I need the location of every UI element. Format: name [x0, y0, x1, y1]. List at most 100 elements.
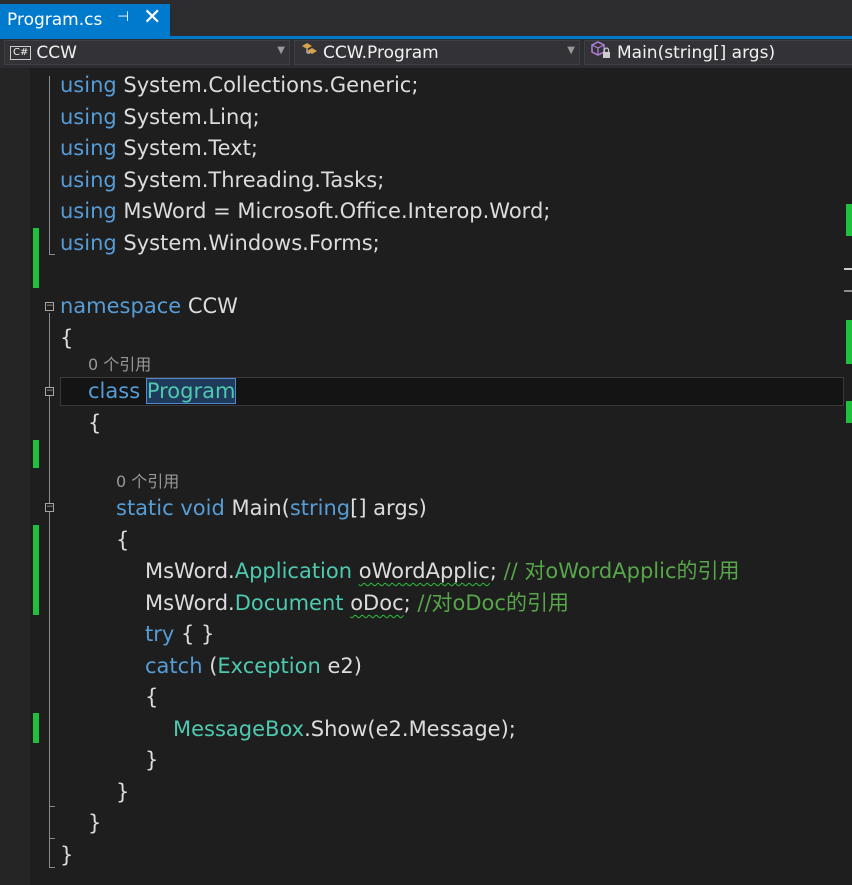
project-label: CCW — [36, 42, 77, 63]
code-text: .Show(e2.Message); — [304, 717, 516, 741]
type-name: Application — [234, 559, 353, 583]
code-text: { — [60, 326, 74, 350]
code-text: { — [88, 411, 102, 435]
code-line-6[interactable]: using System.Windows.Forms; — [60, 228, 380, 259]
code-line-brace[interactable]: } — [116, 777, 129, 808]
code-line-try[interactable]: try { } — [145, 619, 214, 650]
code-text: MsWord = Microsoft.Office.Interop.Word; — [123, 199, 551, 223]
code-line-brace[interactable]: { — [60, 323, 73, 354]
change-mark — [33, 713, 39, 743]
code-text: ; — [403, 591, 411, 615]
vertical-scrollbar[interactable] — [844, 68, 852, 885]
code-text: System.Collections.Generic; — [123, 73, 419, 97]
chevron-down-icon: ▼ — [567, 45, 575, 56]
outline-guide — [49, 806, 55, 807]
comment: // 对oWordApplic的引用 — [503, 559, 740, 583]
keyword: using — [60, 73, 117, 97]
code-line-4[interactable]: using System.Threading.Tasks; — [60, 165, 384, 196]
scrollbar-caret-marker — [844, 268, 852, 270]
codelens-references[interactable]: 0 个引用 — [88, 354, 151, 376]
tab-program-cs[interactable]: Program.cs ⊣ ✕ — [0, 4, 170, 36]
code-line-3[interactable]: using System.Text; — [60, 133, 258, 164]
codelens-references[interactable]: 0 个引用 — [116, 471, 179, 493]
collapse-namespace-toggle[interactable]: − — [45, 302, 54, 311]
method-icon — [590, 41, 612, 64]
code-text: MsWord. — [145, 591, 235, 615]
keyword: static — [116, 496, 174, 520]
csharp-project-icon: C# — [10, 45, 32, 60]
variable-warning: oWordApplic — [358, 559, 490, 583]
code-text: System.Threading.Tasks; — [123, 168, 385, 192]
code-text: } — [145, 748, 159, 772]
scrollbar-change-mark — [846, 204, 852, 236]
code-text: MsWord. — [145, 559, 235, 583]
code-line-namespace[interactable]: namespace CCW — [60, 291, 238, 322]
close-icon[interactable]: ✕ — [143, 5, 161, 30]
keyword: catch — [145, 654, 203, 678]
code-text: e2) — [327, 654, 362, 678]
code-text: [] args) — [350, 496, 427, 520]
code-line-messagebox[interactable]: MessageBox.Show(e2.Message); — [173, 714, 516, 745]
code-text: System.Windows.Forms; — [123, 231, 380, 255]
chevron-down-icon: ▼ — [277, 45, 285, 56]
tab-title: Program.cs — [7, 10, 103, 30]
project-dropdown[interactable]: C# CCW ▼ — [4, 40, 290, 65]
code-line-brace[interactable]: } — [60, 840, 73, 871]
code-line-class[interactable]: class Program — [88, 376, 237, 407]
code-text: } — [60, 843, 74, 867]
type-name: Document — [234, 591, 344, 615]
scrollbar-marker — [844, 290, 852, 292]
code-line-main[interactable]: static void Main(string[] args) — [116, 493, 427, 524]
code-text: } — [88, 811, 102, 835]
code-line-1[interactable]: using System.Collections.Generic; — [60, 70, 418, 101]
class-name-highlight: Program — [145, 378, 237, 404]
change-mark — [33, 228, 39, 288]
outline-guide — [49, 838, 55, 839]
code-line-document[interactable]: MsWord.Document oDoc; //对oDoc的引用 — [145, 588, 569, 619]
keyword: using — [60, 168, 117, 192]
type-label: CCW.Program — [323, 42, 439, 63]
variable-warning: oDoc — [350, 591, 404, 615]
code-line-5[interactable]: using MsWord = Microsoft.Office.Interop.… — [60, 196, 550, 227]
code-line-catch[interactable]: catch (Exception e2) — [145, 651, 362, 682]
pin-icon[interactable]: ⊣ — [117, 9, 129, 25]
code-text: } — [116, 780, 130, 804]
class-icon — [300, 42, 318, 63]
keyword: using — [60, 231, 117, 255]
keyword: try — [145, 622, 175, 646]
code-line-brace[interactable]: { — [116, 525, 129, 556]
member-label: Main(string[] args) — [617, 42, 776, 63]
outline-guide — [49, 867, 55, 868]
outline-guide — [49, 313, 50, 867]
type-name: MessageBox — [173, 717, 305, 741]
change-mark — [33, 525, 39, 615]
code-text: { } — [180, 622, 215, 646]
code-line-brace[interactable]: } — [88, 808, 101, 839]
collapse-class-toggle[interactable]: − — [45, 387, 54, 396]
code-line-brace[interactable]: { — [145, 682, 158, 713]
code-text: { — [145, 685, 159, 709]
type-dropdown[interactable]: CCW.Program ▼ — [294, 40, 580, 65]
code-line-application[interactable]: MsWord.Application oWordApplic; // 对oWor… — [145, 556, 740, 587]
code-text: ; — [489, 559, 497, 583]
outline-guide — [49, 76, 50, 254]
navigation-bar: C# CCW ▼ CCW.Program ▼ Main(string[] arg… — [0, 39, 852, 68]
code-line-brace[interactable]: } — [145, 745, 158, 776]
change-mark — [33, 440, 39, 468]
keyword: using — [60, 136, 117, 160]
scrollbar-change-mark — [846, 401, 852, 423]
keyword: using — [60, 199, 117, 223]
keyword: namespace — [60, 294, 182, 318]
collapse-method-toggle[interactable]: − — [45, 503, 54, 512]
comment: //对oDoc的引用 — [417, 591, 569, 615]
scrollbar-change-mark — [846, 320, 852, 364]
code-text: { — [116, 528, 130, 552]
method-name: Main( — [231, 496, 290, 520]
glyph-margin — [0, 68, 30, 885]
keyword: string — [289, 496, 351, 520]
member-dropdown[interactable]: Main(string[] args) — [584, 40, 852, 65]
code-line-brace[interactable]: { — [88, 408, 101, 439]
keyword: using — [60, 105, 117, 129]
namespace-name: CCW — [187, 294, 238, 318]
code-line-2[interactable]: using System.Linq; — [60, 102, 260, 133]
